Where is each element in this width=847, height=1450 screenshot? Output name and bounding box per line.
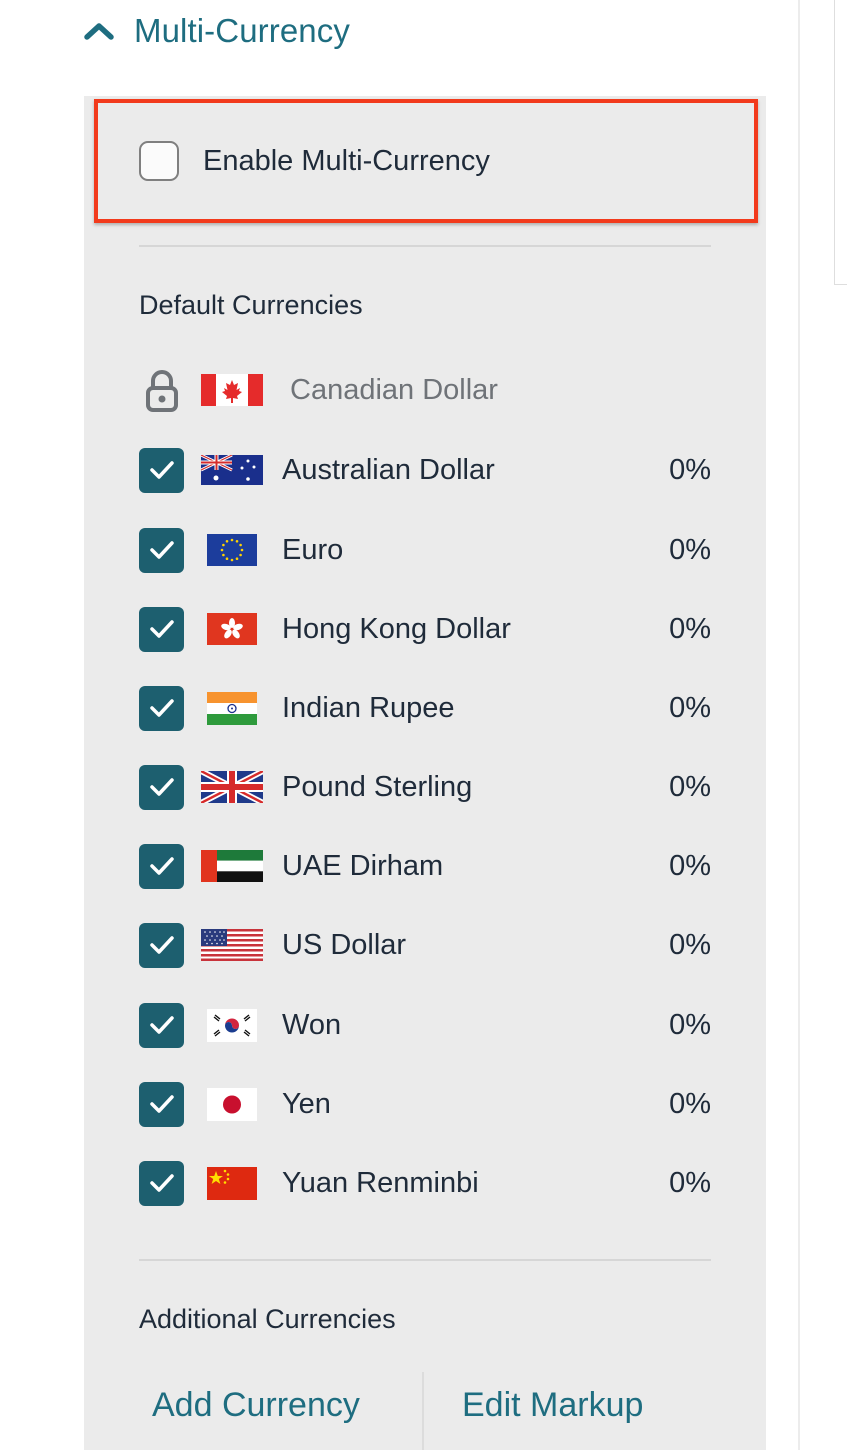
checkmark-icon — [149, 1095, 174, 1113]
flag-australia-icon — [201, 447, 263, 493]
checkmark-icon — [149, 778, 174, 796]
currency-checkbox[interactable] — [139, 764, 184, 810]
currency-row-euro: Euro 0% — [139, 527, 711, 573]
flag-uae-icon — [201, 843, 263, 889]
lock-icon — [139, 367, 184, 413]
currency-checkbox[interactable] — [139, 922, 184, 968]
currency-checkbox[interactable] — [139, 843, 184, 889]
flag-india-icon — [201, 685, 263, 731]
currency-markup: 0% — [669, 1166, 711, 1199]
flag-hong-kong-icon — [201, 606, 263, 652]
adjacent-panel-border — [834, 0, 835, 284]
currency-name: Won — [282, 1008, 342, 1041]
flag-canada-icon — [201, 367, 263, 413]
checkmark-icon — [149, 857, 174, 875]
currency-row-hong-kong-dollar: Hong Kong Dollar 0% — [139, 606, 711, 652]
currency-name: Hong Kong Dollar — [282, 612, 511, 645]
currency-checkbox[interactable] — [139, 685, 184, 731]
flag-south-korea-icon — [201, 1002, 263, 1048]
currency-row-indian-rupee: Indian Rupee 0% — [139, 685, 711, 731]
enable-multi-currency-highlight: Enable Multi-Currency — [94, 99, 758, 223]
currency-row-won: Won 0% — [139, 1002, 711, 1048]
currency-markup: 0% — [669, 770, 711, 803]
currency-row-yen: Yen 0% — [139, 1081, 711, 1127]
panel-right-divider — [798, 0, 800, 1450]
currency-markup: 0% — [669, 691, 711, 724]
currency-checkbox[interactable] — [139, 1002, 184, 1048]
currency-name: Yuan Renminbi — [282, 1166, 479, 1199]
actions-divider — [422, 1372, 424, 1450]
currency-markup: 0% — [669, 1087, 711, 1120]
currency-row-yuan-renminbi: Yuan Renminbi 0% — [139, 1160, 711, 1206]
divider — [139, 1259, 711, 1261]
currency-name: Canadian Dollar — [290, 373, 498, 406]
currency-row-canadian-dollar: Canadian Dollar — [139, 367, 711, 413]
multi-currency-section-toggle[interactable]: Multi-Currency — [84, 0, 350, 62]
divider — [139, 245, 711, 247]
currency-markup: 0% — [669, 928, 711, 961]
flag-usa-icon — [201, 922, 263, 968]
currency-name: Indian Rupee — [282, 691, 455, 724]
flag-eu-icon — [201, 527, 263, 573]
currency-row-australian-dollar: Australian Dollar 0% — [139, 447, 711, 493]
currency-name: Australian Dollar — [282, 453, 495, 486]
enable-multi-currency-label[interactable]: Enable Multi-Currency — [203, 145, 490, 178]
currency-markup: 0% — [669, 533, 711, 566]
currency-name: UAE Dirham — [282, 849, 444, 882]
currency-name: Euro — [282, 533, 344, 566]
currency-name: Yen — [282, 1087, 331, 1120]
checkmark-icon — [149, 620, 174, 638]
currency-markup: 0% — [669, 612, 711, 645]
additional-currencies-title: Additional Currencies — [139, 1304, 396, 1334]
currency-checkbox[interactable] — [139, 606, 184, 652]
default-currencies-title: Default Currencies — [139, 290, 363, 320]
checkmark-icon — [149, 699, 174, 717]
currency-name: US Dollar — [282, 928, 407, 961]
adjacent-panel-edge — [834, 284, 847, 285]
currency-actions-bar: Add Currency Edit Markup — [84, 1372, 766, 1450]
currency-checkbox[interactable] — [139, 1160, 184, 1206]
currency-checkbox[interactable] — [139, 1081, 184, 1127]
currency-row-us-dollar: US Dollar 0% — [139, 922, 711, 968]
enable-multi-currency-checkbox[interactable] — [139, 141, 179, 181]
currency-markup: 0% — [669, 453, 711, 486]
flag-china-icon — [201, 1160, 263, 1206]
checkmark-icon — [149, 541, 174, 559]
currency-row-pound-sterling: Pound Sterling 0% — [139, 764, 711, 810]
currency-markup: 0% — [669, 849, 711, 882]
currency-checkbox[interactable] — [139, 527, 184, 573]
currency-name: Pound Sterling — [282, 770, 473, 803]
section-title: Multi-Currency — [134, 12, 350, 49]
add-currency-link[interactable]: Add Currency — [152, 1386, 360, 1425]
edit-markup-link[interactable]: Edit Markup — [462, 1386, 643, 1425]
checkmark-icon — [149, 1174, 174, 1192]
checkmark-icon — [149, 1016, 174, 1034]
chevron-up-icon — [84, 21, 114, 41]
currency-row-uae-dirham: UAE Dirham 0% — [139, 843, 711, 889]
currency-markup: 0% — [669, 1008, 711, 1041]
flag-japan-icon — [201, 1081, 263, 1127]
currency-checkbox[interactable] — [139, 447, 184, 493]
checkmark-icon — [149, 936, 174, 954]
flag-uk-icon — [201, 764, 263, 810]
checkmark-icon — [149, 461, 174, 479]
